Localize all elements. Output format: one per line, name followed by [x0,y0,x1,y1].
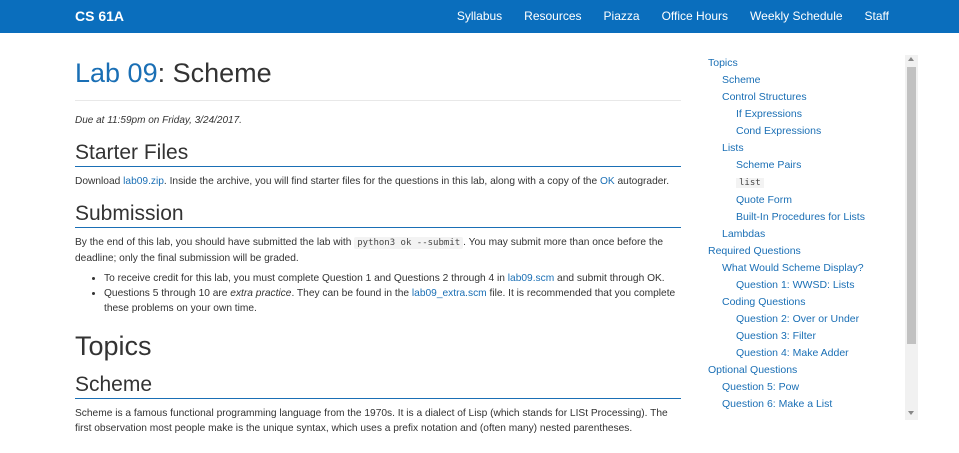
toc-item[interactable]: Question 2: Over or Under [708,311,903,328]
heading-starter-files: Starter Files [75,140,681,167]
toc-item-label: Optional Questions [708,364,798,376]
toc-item-label: Question 2: Over or Under [736,313,860,325]
page-title: Lab 09: Scheme [75,57,681,89]
scheme-intro-text: Scheme is a famous functional programmin… [75,408,668,434]
toc-item-label: Lambdas [722,228,766,240]
heading-submission: Submission [75,201,681,228]
toc-item[interactable]: Lambdas [708,226,903,243]
toc-item[interactable]: Question 4: Make Adder [708,345,903,362]
toc-item-label: Question 6: Make a List [722,398,833,410]
toc-item[interactable]: Question 3: Filter [708,328,903,345]
nav-link-resources[interactable]: Resources [524,9,581,23]
bullet2-text-2: . They can be found in the [291,288,412,299]
toc-item-label: If Expressions [736,108,802,120]
toc-item[interactable]: Built-In Procedures for Lists [708,209,903,226]
toc-item[interactable]: Required Questions [708,243,903,260]
toc-item-label: Control Structures [722,91,807,103]
starter-text-1: Download [75,176,124,187]
toc-item-label: What Would Scheme Display? [722,262,864,274]
ok-link[interactable]: OK [600,176,615,187]
toc-item-label: Required Questions [708,245,801,257]
heading-scheme: Scheme [75,372,681,399]
scroll-up-arrow-icon[interactable] [908,57,914,61]
bullet1-text-2: and submit through OK. [554,273,665,284]
due-date: Due at 11:59pm on Friday, 3/24/2017. [75,115,242,126]
submission-text: By the end of this lab, you should have … [75,235,681,266]
starter-text-3: autograder. [614,176,670,187]
toc-item[interactable]: list [708,174,903,192]
nav-links: Syllabus Resources Piazza Office Hours W… [435,9,889,23]
toc-item[interactable]: Quote Form [708,192,903,209]
nav-link-weekly-schedule[interactable]: Weekly Schedule [750,9,843,23]
scrollbar-thumb[interactable] [907,67,916,344]
toc-item-label: Lists [722,142,744,154]
nav-link-staff[interactable]: Staff [865,9,889,23]
toc-item-label: Question 1: WWSD: Lists [736,279,855,291]
submit-command-code: python3 ok --submit [354,237,464,249]
toc-item-label: Scheme Pairs [736,159,802,171]
nav-link-office-hours[interactable]: Office Hours [662,9,728,23]
extra-practice-em: extra practice [230,288,292,299]
scroll-down-arrow-icon[interactable] [908,411,914,415]
toc-item-label: Quote Form [736,194,793,206]
toc-item[interactable]: Control Structures [708,89,903,106]
requirements-list: To receive credit for this lab, you must… [75,271,681,316]
main-content: Lab 09: Scheme Due at 11:59pm on Friday,… [75,33,681,453]
toc-item-label: Question 4: Make Adder [736,347,849,359]
bullet2-text-1: Questions 5 through 10 are [104,288,231,299]
toc-item[interactable]: Scheme Pairs [708,157,903,174]
list-item: Questions 5 through 10 are extra practic… [104,286,681,316]
lab09-scm-link[interactable]: lab09.scm [508,273,554,284]
starter-files-text: Download lab09.zip. Inside the archive, … [75,174,681,189]
toc-item[interactable]: Question 6: Make a List [708,396,903,413]
toc-item-label: list [736,178,764,188]
bullet1-text-1: To receive credit for this lab, you must… [104,273,508,284]
table-of-contents: Topics Scheme Control Structures If Express… [708,55,903,420]
toc-item[interactable]: If Expressions [708,106,903,123]
toc-item[interactable]: Optional Questions [708,362,903,379]
lab09-zip-link[interactable]: lab09.zip [123,176,164,187]
starter-text-2: . Inside the archive, you will find star… [163,176,600,187]
top-navbar: CS 61A Syllabus Resources Piazza Office … [0,0,959,33]
heading-topics: Topics [75,331,152,361]
toc-scrollbar[interactable] [905,55,918,420]
nav-link-syllabus[interactable]: Syllabus [457,9,502,23]
toc-item-label: Built-In Procedures for Lists [736,211,865,223]
toc-item-label: Topics [708,57,738,69]
toc-item[interactable]: Topics [708,55,903,72]
submission-text-1: By the end of this lab, you should have … [75,237,355,248]
page-title-rest: : Scheme [157,58,272,88]
toc-item[interactable]: Scheme [708,72,903,89]
toc-item[interactable]: Question 1: WWSD: Lists [708,277,903,294]
title-divider [75,100,681,101]
page-title-lab: Lab 09 [75,58,158,88]
nav-link-piazza[interactable]: Piazza [604,9,640,23]
toc-item-label: Coding Questions [722,296,806,308]
toc-item-label: Cond Expressions [736,125,822,137]
toc-item-label: Question 5: Pow [722,381,800,393]
site-brand[interactable]: CS 61A [75,8,124,24]
toc-item[interactable]: Lists [708,140,903,157]
toc-item[interactable]: Coding Questions [708,294,903,311]
toc-item[interactable]: Question 5: Pow [708,379,903,396]
lab09-extra-scm-link[interactable]: lab09_extra.scm [412,288,487,299]
toc-item-label: Scheme [722,74,761,86]
toc-item-label: Question 3: Filter [736,330,816,342]
list-item: To receive credit for this lab, you must… [104,271,681,286]
toc-item[interactable]: What Would Scheme Display? [708,260,903,277]
toc-item[interactable]: Cond Expressions [708,123,903,140]
